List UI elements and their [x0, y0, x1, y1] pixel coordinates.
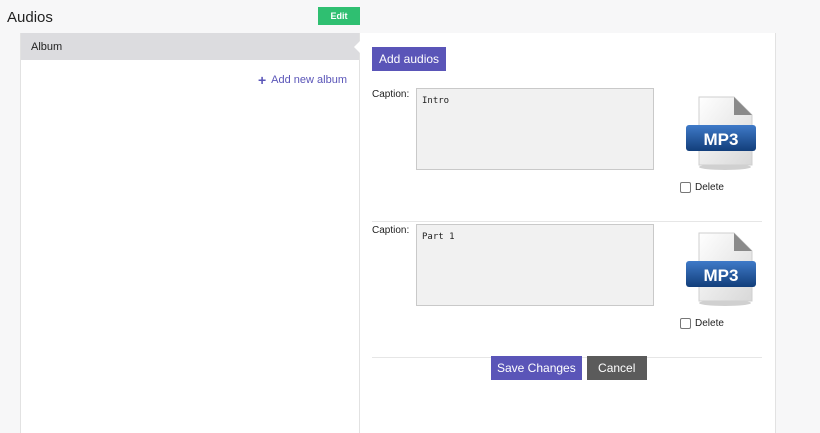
album-header[interactable]: Album	[21, 33, 360, 60]
delete-checkbox-wrap[interactable]: Delete	[680, 182, 724, 193]
delete-checkbox-wrap[interactable]: Delete	[680, 318, 724, 329]
caption-input[interactable]: Intro	[416, 88, 654, 170]
save-changes-button[interactable]: Save Changes	[491, 356, 582, 380]
edit-button[interactable]: Edit	[318, 7, 360, 25]
caption-input[interactable]: Part 1	[416, 224, 654, 306]
delete-label: Delete	[695, 318, 724, 329]
audio-item: Caption: Intro MP3 Delete	[372, 87, 762, 222]
mp3-file-icon: MP3	[686, 96, 756, 170]
caption-label: Caption:	[372, 225, 410, 236]
cancel-button[interactable]: Cancel	[586, 356, 647, 380]
mp3-label: MP3	[704, 130, 739, 149]
add-new-album-link[interactable]: + Add new album	[258, 73, 347, 87]
mp3-label: MP3	[704, 266, 739, 285]
delete-checkbox[interactable]	[680, 182, 691, 193]
delete-checkbox[interactable]	[680, 318, 691, 329]
audio-panel: Add audios Caption: Intro MP3 Delete Cap…	[360, 33, 776, 433]
mp3-file-icon: MP3	[686, 232, 756, 306]
audio-item: Caption: Part 1 MP3 Delete	[372, 223, 762, 358]
add-audios-button[interactable]: Add audios	[372, 47, 447, 71]
form-actions: Save Changes Cancel	[491, 356, 647, 380]
caption-label: Caption:	[372, 89, 410, 100]
add-new-album-label: Add new album	[271, 74, 347, 86]
album-sidebar: Album + Add new album	[20, 33, 360, 433]
divider	[372, 221, 762, 222]
delete-label: Delete	[695, 182, 724, 193]
page-title: Audios	[7, 9, 53, 26]
plus-icon: +	[257, 72, 267, 88]
